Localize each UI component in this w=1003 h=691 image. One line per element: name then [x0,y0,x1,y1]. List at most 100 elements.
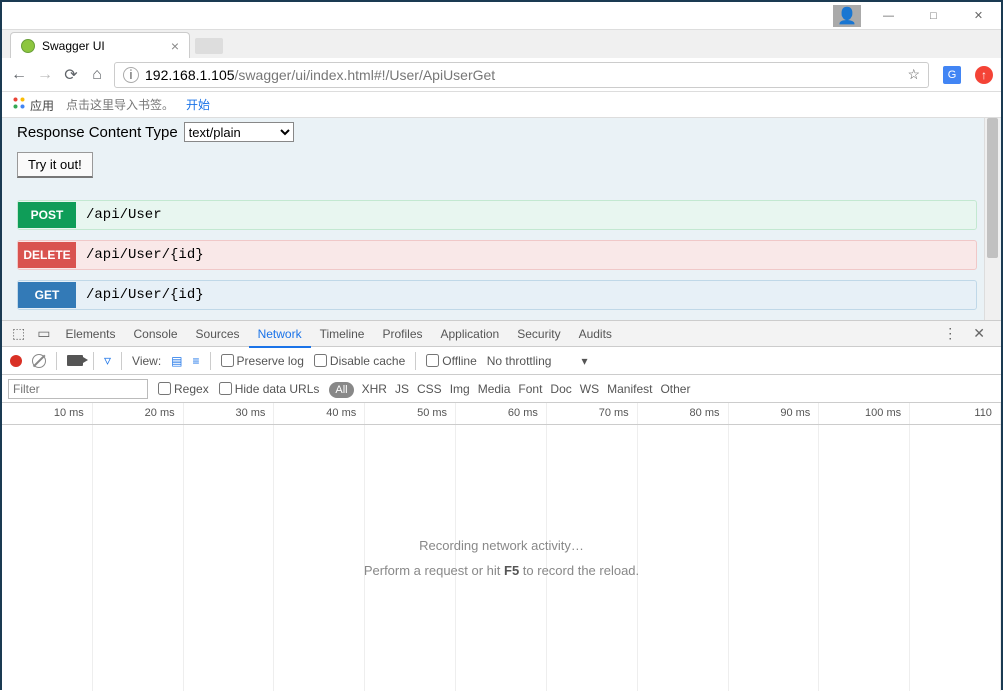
filter-type-media[interactable]: Media [478,382,511,396]
bookmark-start-link[interactable]: 开始 [186,96,210,113]
translate-icon[interactable]: G [943,66,961,84]
bookmarks-bar: 应用 点击这里导入书签。 开始 [2,92,1001,118]
bookmark-star-icon[interactable]: ☆ [907,66,920,83]
devtools-tabbar: ⬚ ▭ ElementsConsoleSourcesNetworkTimelin… [2,321,1001,347]
regex-checkbox[interactable]: Regex [158,382,209,396]
throttling-select[interactable]: No throttling ▾ [487,354,588,368]
waterfall-view-icon[interactable]: ≡ [193,354,200,368]
apps-label: 应用 [30,99,54,113]
recording-line1: Recording network activity… [364,538,639,553]
devtools-close-icon[interactable]: ✕ [967,325,991,342]
user-badge-icon[interactable]: 👤 [833,5,861,27]
devtools-tab-elements[interactable]: Elements [56,322,124,346]
filter-type-xhr[interactable]: XHR [362,382,387,396]
filter-toggle-icon[interactable]: ▿ [104,352,111,369]
site-info-icon[interactable]: i [123,67,139,83]
tab-close-icon[interactable]: × [171,38,179,54]
filter-type-font[interactable]: Font [518,382,542,396]
regex-label: Regex [174,382,209,396]
endpoint-get[interactable]: GET/api/User/{id} [17,280,977,310]
try-it-out-button[interactable]: Try it out! [17,152,93,178]
filter-type-all[interactable]: All [329,382,353,398]
endpoint-path: /api/User/{id} [76,281,976,309]
devtools-tab-timeline[interactable]: Timeline [311,322,374,346]
devtools-tab-console[interactable]: Console [125,322,187,346]
scrollbar-thumb[interactable] [987,118,998,258]
response-content-type-select[interactable]: text/plain [184,122,294,142]
offline-label: Offline [442,354,476,368]
filter-type-ws[interactable]: WS [580,382,599,396]
network-filter-input[interactable] [8,379,148,399]
filter-type-css[interactable]: CSS [417,382,442,396]
waterfall-col: 40 ms [274,403,365,424]
page-scrollbar[interactable] [984,118,1000,320]
waterfall-col: 30 ms [184,403,275,424]
preserve-log-checkbox[interactable]: Preserve log [221,354,304,368]
endpoint-delete[interactable]: DELETE/api/User/{id} [17,240,977,270]
network-toolbar: ▿ View: ▤ ≡ Preserve log Disable cache O… [2,347,1001,375]
filter-type-manifest[interactable]: Manifest [607,382,652,396]
devtools-menu-icon[interactable]: ⋮ [937,325,963,342]
waterfall-col: 10 ms [2,403,93,424]
apps-shortcut[interactable]: 应用 [12,96,54,114]
window-titlebar: 👤 — □ ✕ [2,2,1001,30]
waterfall-col: 60 ms [456,403,547,424]
address-bar[interactable]: i 192.168.1.105/swagger/ui/index.html#!/… [114,62,929,88]
import-bookmarks-hint: 点击这里导入书签。 [66,96,174,113]
minimize-button[interactable]: — [866,2,911,30]
endpoint-path: /api/User/{id} [76,241,976,269]
waterfall-col: 100 ms [819,403,910,424]
browser-tab[interactable]: Swagger UI × [10,32,190,58]
swagger-favicon-icon [21,39,35,53]
hide-data-label: Hide data URLs [235,382,320,396]
waterfall-col: 90 ms [729,403,820,424]
back-button[interactable]: ← [10,66,28,84]
clear-button[interactable] [32,354,46,368]
devtools-tab-profiles[interactable]: Profiles [373,322,431,346]
waterfall-col: 110 [910,403,1001,424]
page-content: Response Content Type text/plain Try it … [2,118,1001,320]
reload-button[interactable]: ⟳ [62,65,80,85]
forward-button: → [36,66,54,84]
endpoint-post[interactable]: POST/api/User [17,200,977,230]
method-badge: GET [18,282,76,308]
endpoints-list: POST/api/UserDELETE/api/User/{id}GET/api… [17,200,977,310]
preserve-log-label: Preserve log [237,354,304,368]
browser-tabstrip: Swagger UI × [2,30,1001,58]
record-button[interactable] [10,355,22,367]
hide-data-urls-checkbox[interactable]: Hide data URLs [219,382,320,396]
waterfall-col: 20 ms [93,403,184,424]
close-button[interactable]: ✕ [956,2,1001,30]
filter-type-img[interactable]: Img [450,382,470,396]
response-content-type-row: Response Content Type text/plain [17,122,993,142]
browser-toolbar: ← → ⟳ ⌂ i 192.168.1.105/swagger/ui/index… [2,58,1001,92]
url-text: 192.168.1.105/swagger/ui/index.html#!/Us… [145,67,901,83]
extension-icon[interactable]: ↑ [975,66,993,84]
inspect-element-icon[interactable]: ⬚ [6,325,31,342]
url-path: /swagger/ui/index.html#!/User/ApiUserGet [235,67,496,83]
offline-checkbox[interactable]: Offline [426,354,476,368]
devtools-tab-network[interactable]: Network [249,322,311,348]
devtools-tab-application[interactable]: Application [432,322,509,346]
devtools-tab-security[interactable]: Security [508,322,569,346]
recording-line2: Perform a request or hit F5 to record th… [364,563,639,578]
device-toolbar-icon[interactable]: ▭ [31,325,56,342]
filter-type-js[interactable]: JS [395,382,409,396]
filter-type-doc[interactable]: Doc [550,382,571,396]
toolbar-divider [415,352,416,370]
network-empty-state: Recording network activity… Perform a re… [2,425,1001,691]
waterfall-col: 80 ms [638,403,729,424]
large-rows-icon[interactable]: ▤ [171,354,182,368]
devtools-tab-audits[interactable]: Audits [570,322,621,346]
url-host: 192.168.1.105 [145,67,235,83]
endpoint-path: /api/User [76,201,976,229]
devtools-tab-sources[interactable]: Sources [187,322,249,346]
method-badge: POST [18,202,76,228]
new-tab-button[interactable] [195,38,223,54]
maximize-button[interactable]: □ [911,2,956,30]
screenshots-icon[interactable] [67,355,83,366]
method-badge: DELETE [18,242,76,268]
disable-cache-checkbox[interactable]: Disable cache [314,354,405,368]
filter-type-other[interactable]: Other [660,382,690,396]
home-button[interactable]: ⌂ [88,66,106,84]
